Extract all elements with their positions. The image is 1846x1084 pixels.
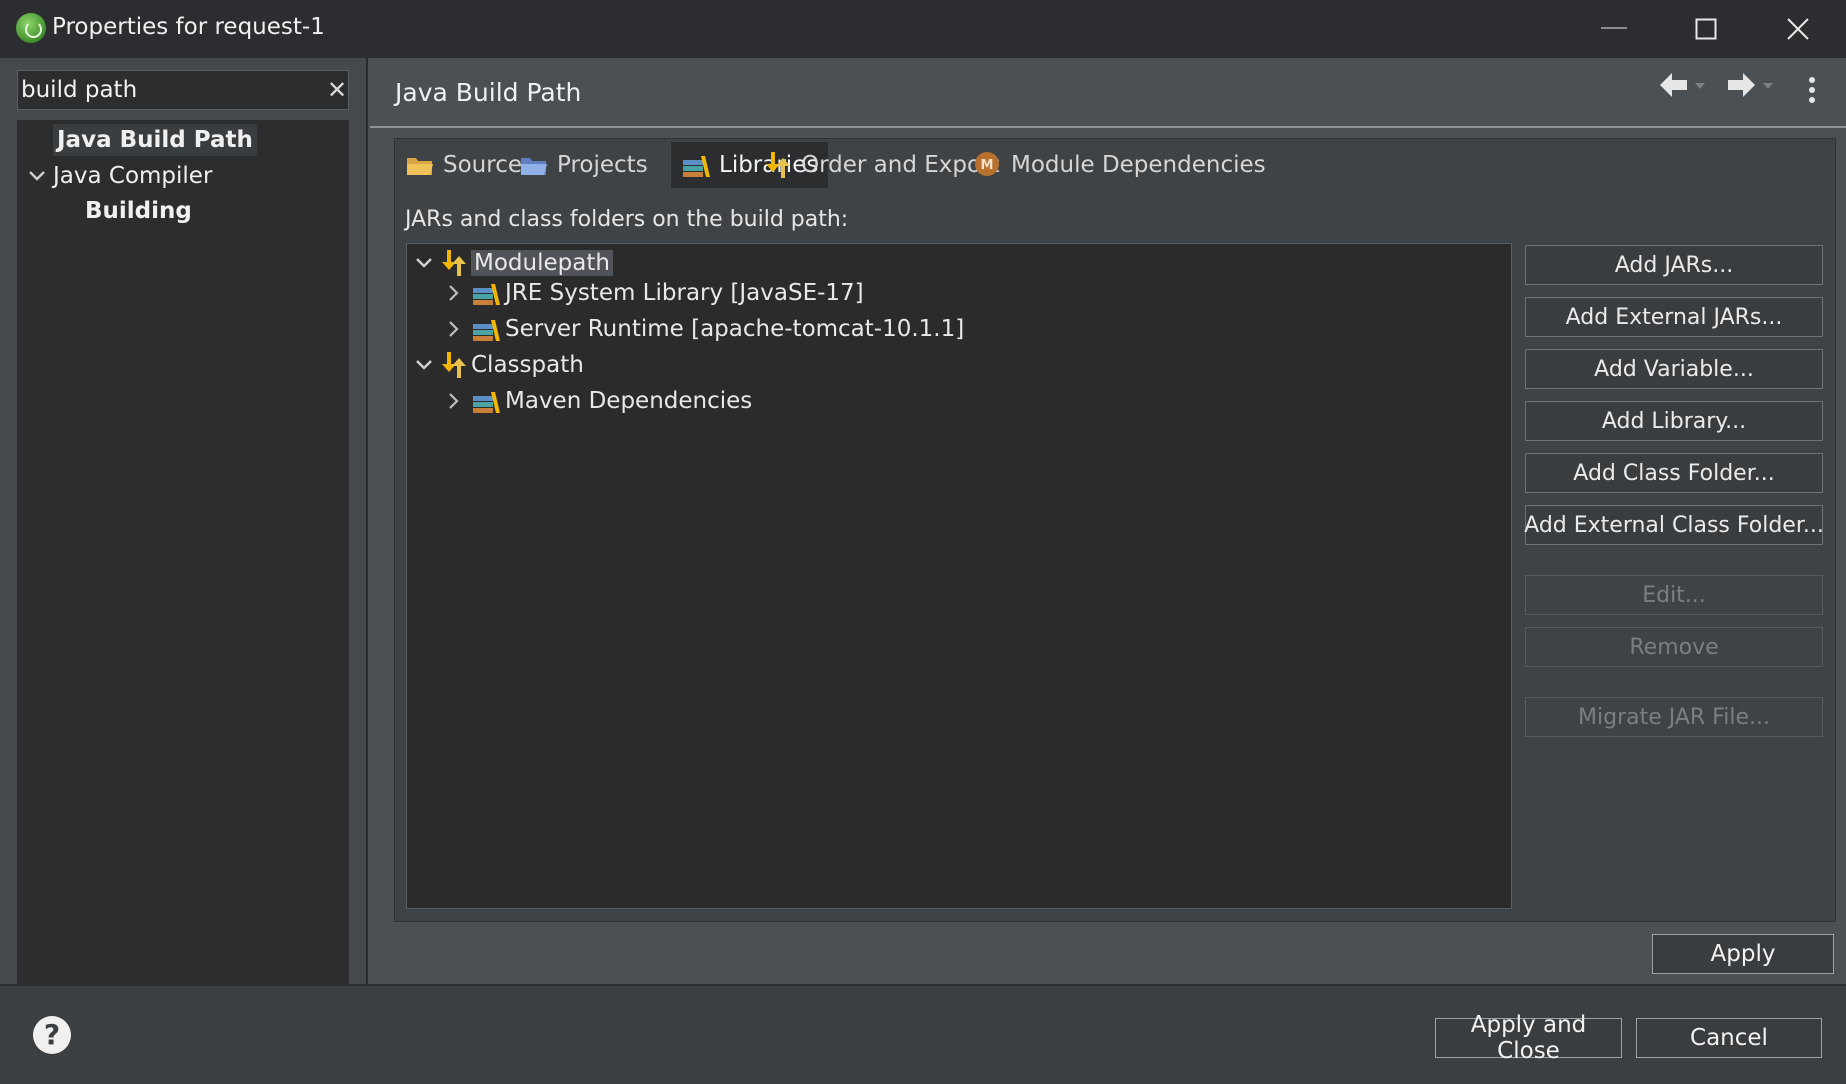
tab-label: Module Dependencies (1011, 152, 1266, 178)
tab-projects[interactable]: Projects (519, 142, 648, 188)
cancel-button[interactable]: Cancel (1636, 1018, 1822, 1058)
library-icon (473, 392, 500, 413)
close-icon (1787, 18, 1809, 40)
dialog-footer: ? Apply and Close Cancel (0, 984, 1846, 1084)
migrate-jar-file-button[interactable]: Migrate JAR File... (1525, 697, 1823, 737)
window-title: Properties for request-1 (52, 14, 325, 40)
tree-row-server-runtime[interactable]: Server Runtime [apache-tomcat-10.1.1] (443, 311, 964, 347)
help-icon[interactable]: ? (33, 1016, 71, 1054)
chevron-down-icon (416, 258, 432, 268)
filter-input[interactable] (21, 74, 311, 106)
add-external-class-folder-button[interactable]: Add External Class Folder... (1524, 505, 1824, 545)
apply-button[interactable]: Apply (1652, 934, 1834, 974)
spring-app-icon (16, 13, 46, 43)
libraries-description: JARs and class folders on the build path… (405, 207, 849, 232)
edit-button[interactable]: Edit... (1525, 575, 1823, 615)
svg-text:M: M (981, 158, 994, 173)
minimize-icon (1601, 27, 1627, 29)
chevron-down-icon (416, 360, 432, 370)
add-external-jars-button[interactable]: Add External JARs... (1525, 297, 1823, 337)
tree-label: JRE System Library [JavaSE-17] (505, 280, 864, 306)
more-options-icon[interactable] (1806, 76, 1818, 106)
library-icon (473, 284, 500, 305)
back-arrow-icon[interactable] (1657, 68, 1707, 102)
clear-filter-icon[interactable]: ✕ (323, 75, 351, 105)
library-icon (473, 320, 500, 341)
minimize-button[interactable] (1568, 0, 1660, 58)
modulepath-icon (442, 250, 466, 276)
project-folder-icon (521, 158, 547, 175)
title-bar: Properties for request-1 (0, 0, 1846, 58)
tree-row-jre-system-library[interactable]: JRE System Library [JavaSE-17] (443, 275, 864, 311)
add-library-button[interactable]: Add Library... (1525, 401, 1823, 441)
close-button[interactable] (1752, 0, 1844, 58)
maximize-icon (1695, 18, 1717, 40)
tab-label: Source (443, 152, 522, 178)
chevron-right-icon (449, 393, 459, 409)
tab-order-and-export[interactable]: Order and Export (763, 142, 1000, 188)
tab-strip: Source Projects Libraries Order and Expo… (395, 139, 1835, 189)
tree-label: Server Runtime [apache-tomcat-10.1.1] (505, 316, 965, 342)
source-folder-icon (407, 158, 433, 175)
maximize-button[interactable] (1660, 0, 1752, 58)
chevron-right-icon (449, 321, 459, 337)
tree-label: Modulepath (471, 250, 613, 276)
module-icon: M (975, 152, 999, 176)
library-icon (683, 156, 710, 177)
tree-label: Classpath (471, 352, 584, 378)
tab-source[interactable]: Source (405, 142, 522, 188)
tree-row-classpath[interactable]: Classpath (413, 347, 584, 383)
tab-label: Order and Export (801, 152, 1000, 178)
chevron-right-icon (449, 285, 459, 301)
add-variable-button[interactable]: Add Variable... (1525, 349, 1823, 389)
order-export-icon (766, 152, 790, 178)
chevron-down-icon[interactable] (26, 162, 48, 190)
tree-label: Maven Dependencies (505, 388, 753, 414)
tree-item-building[interactable]: Building (85, 195, 192, 227)
add-class-folder-button[interactable]: Add Class Folder... (1525, 453, 1823, 493)
tab-label: Projects (557, 152, 648, 178)
apply-and-close-button[interactable]: Apply and Close (1435, 1012, 1622, 1064)
add-jars-button[interactable]: Add JARs... (1525, 245, 1823, 285)
page-title: Java Build Path (395, 78, 582, 107)
remove-button[interactable]: Remove (1525, 627, 1823, 667)
tree-item-java-build-path[interactable]: Java Build Path (53, 124, 257, 156)
preferences-tree: Java Build Path Java Compiler Building (17, 120, 349, 984)
tab-module-dependencies[interactable]: M Module Dependencies (973, 142, 1266, 188)
page-header: Java Build Path (370, 58, 1846, 128)
tree-row-maven-dependencies[interactable]: Maven Dependencies (443, 383, 752, 419)
tab-folder: Source Projects Libraries Order and Expo… (394, 138, 1836, 922)
build-path-tree[interactable]: Modulepath JRE System Library [JavaSE-17… (406, 243, 1512, 909)
forward-arrow-icon[interactable] (1725, 68, 1775, 102)
classpath-icon (442, 352, 466, 378)
tree-item-java-compiler[interactable]: Java Compiler (53, 160, 212, 192)
filter-field[interactable]: ✕ (17, 70, 349, 110)
